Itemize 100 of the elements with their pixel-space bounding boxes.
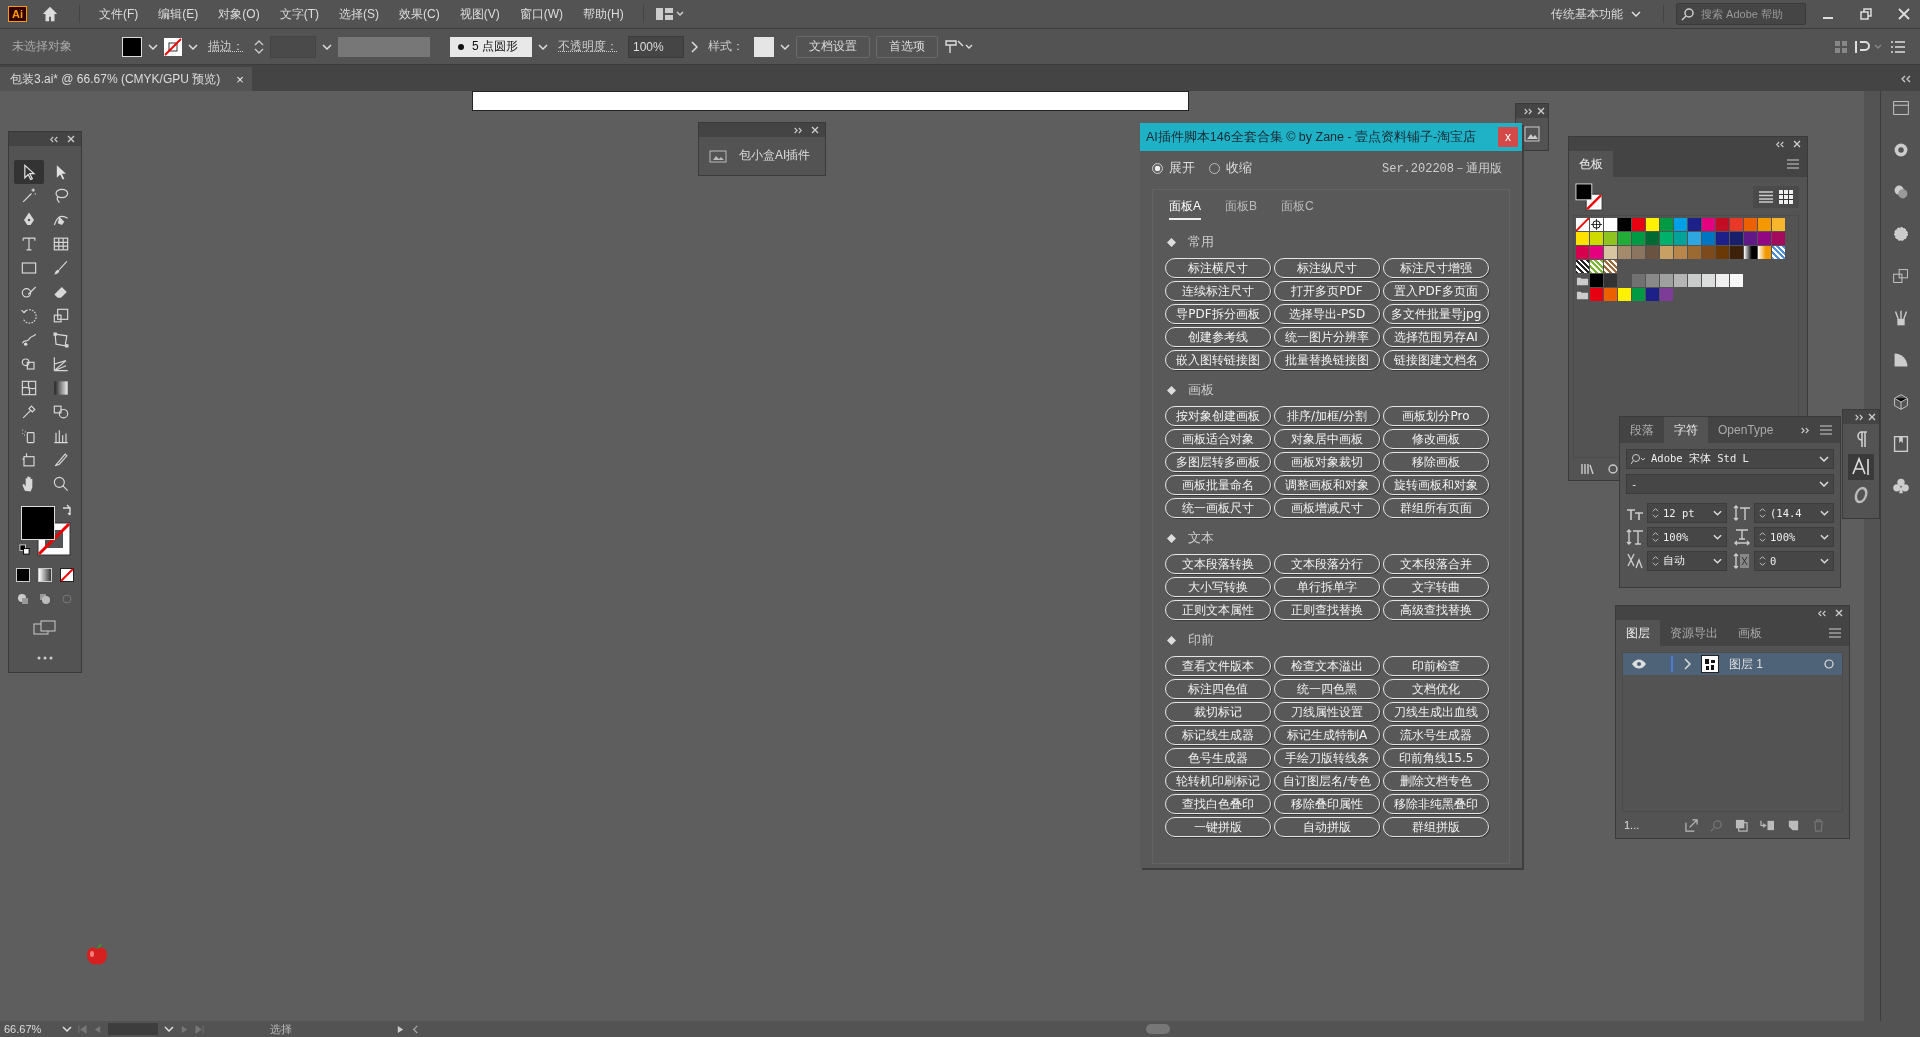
action-button[interactable]: 选择范围另存AI xyxy=(1383,327,1489,347)
action-button[interactable]: 画板增减尺寸 xyxy=(1274,498,1380,518)
action-button[interactable]: 导PDF拆分画板 xyxy=(1165,304,1271,324)
search-field[interactable]: 搜索 Adobe 帮助 xyxy=(1676,3,1806,25)
menu-item[interactable]: 编辑(E) xyxy=(151,5,206,23)
brush-dropdown[interactable]: 5 点圆形 xyxy=(450,36,532,57)
panel-tab[interactable]: 字符 xyxy=(1664,417,1708,443)
font-family-field[interactable]: Adobe 宋体 Std L xyxy=(1626,449,1834,469)
action-button[interactable]: 文本段落转换 xyxy=(1165,554,1271,574)
number-field[interactable]: 自动 xyxy=(1647,551,1727,571)
plugin-name[interactable]: 包小盒AI插件 xyxy=(739,147,811,164)
action-button[interactable]: 统一画板尺寸 xyxy=(1165,498,1271,518)
action-button[interactable]: 标注横尺寸 xyxy=(1165,258,1271,278)
panel-tab[interactable]: 资源导出 xyxy=(1660,620,1728,646)
action-button[interactable]: 修改画板 xyxy=(1383,429,1489,449)
action-button[interactable]: 一键拼版 xyxy=(1165,817,1271,837)
action-button[interactable]: 选择导出-PSD xyxy=(1274,304,1380,324)
action-button[interactable]: 大小写转换 xyxy=(1165,577,1271,597)
radio-option[interactable]: 收缩 xyxy=(1209,159,1252,177)
action-button[interactable]: 文本段落分行 xyxy=(1274,554,1380,574)
action-button[interactable]: 画板批量命名 xyxy=(1165,475,1271,495)
action-button[interactable]: 连续标注尺寸 xyxy=(1165,281,1271,301)
action-button[interactable]: 印前检查 xyxy=(1383,656,1489,676)
number-field[interactable]: 0 xyxy=(1754,551,1834,571)
menu-item[interactable]: 选择(S) xyxy=(332,5,386,23)
number-field[interactable]: 100% xyxy=(1647,527,1727,547)
workspace-switcher[interactable]: 传统基本功能 xyxy=(1551,5,1651,23)
action-button[interactable]: 正则文本属性 xyxy=(1165,600,1271,620)
menu-item[interactable]: 窗口(W) xyxy=(512,5,570,23)
action-button[interactable]: 标记生成特制A xyxy=(1274,725,1380,745)
action-button[interactable]: 自动拼版 xyxy=(1274,817,1380,837)
action-button[interactable]: 手绘刀版转线条 xyxy=(1274,748,1380,768)
action-button[interactable]: 色号生成器 xyxy=(1165,748,1271,768)
action-button[interactable]: 查找白色叠印 xyxy=(1165,794,1271,814)
action-button[interactable]: 印前角线15.5 xyxy=(1383,748,1489,768)
panel-tab[interactable]: 图层 xyxy=(1616,620,1660,646)
number-field[interactable]: 12 pt xyxy=(1647,503,1727,523)
action-button[interactable]: 画板划分Pro xyxy=(1383,406,1489,426)
action-button[interactable]: 文本段落合并 xyxy=(1383,554,1489,574)
action-button[interactable]: 打开多页PDF xyxy=(1274,281,1380,301)
menu-item[interactable]: 文字(T) xyxy=(272,5,326,23)
action-button[interactable]: 高级查找替换 xyxy=(1383,600,1489,620)
action-button[interactable]: 创建参考线 xyxy=(1165,327,1271,347)
action-button[interactable]: 群组所有页面 xyxy=(1383,498,1489,518)
panel-tab[interactable]: OpenType xyxy=(1708,417,1784,443)
menu-item[interactable]: 效果(C) xyxy=(392,5,447,23)
action-button[interactable]: 对象居中画板 xyxy=(1274,429,1380,449)
zoom-field[interactable]: 66.67% xyxy=(4,1023,56,1035)
number-field[interactable]: 100% xyxy=(1754,527,1834,547)
action-button[interactable]: 流水号生成器 xyxy=(1383,725,1489,745)
action-button[interactable]: 统一四色黑 xyxy=(1274,679,1380,699)
stroke-label[interactable]: 描边： xyxy=(208,38,244,55)
panel-tab[interactable]: 段落 xyxy=(1620,417,1664,443)
action-button[interactable]: 群组拼版 xyxy=(1383,817,1489,837)
action-button[interactable]: 统一图片分辨率 xyxy=(1274,327,1380,347)
action-button[interactable]: 移除叠印属性 xyxy=(1274,794,1380,814)
close-tab-button[interactable]: × xyxy=(236,71,244,87)
close-button[interactable]: x xyxy=(1498,127,1518,147)
panel-tab[interactable]: 色板 xyxy=(1569,151,1613,177)
action-button[interactable]: 标注四色值 xyxy=(1165,679,1271,699)
action-button[interactable]: 旋转画板和对象 xyxy=(1383,475,1489,495)
action-button[interactable]: 画板对象裁切 xyxy=(1274,452,1380,472)
app-logo[interactable]: Ai xyxy=(8,6,27,22)
action-button[interactable]: 排序/加框/分割 xyxy=(1274,406,1380,426)
action-button[interactable]: 查看文件版本 xyxy=(1165,656,1271,676)
action-button[interactable]: 嵌入图转链接图 xyxy=(1165,350,1271,370)
action-button[interactable]: 移除画板 xyxy=(1383,452,1489,472)
action-button[interactable]: 删除文档专色 xyxy=(1383,771,1489,791)
action-button[interactable]: 按对象创建画板 xyxy=(1165,406,1271,426)
opacity-field[interactable]: 100% xyxy=(628,35,684,58)
menu-item[interactable]: 文件(F) xyxy=(92,5,146,23)
action-button[interactable]: 多图层转多画板 xyxy=(1165,452,1271,472)
action-button[interactable]: 轮转机印刷标记 xyxy=(1165,771,1271,791)
action-button[interactable]: 标注纵尺寸 xyxy=(1274,258,1380,278)
radio-option[interactable]: 展开 xyxy=(1152,159,1195,177)
opacity-label[interactable]: 不透明度： xyxy=(558,38,618,55)
action-button[interactable]: 单行拆单字 xyxy=(1274,577,1380,597)
panel-tab[interactable]: 面板A xyxy=(1169,196,1201,220)
panel-tab[interactable]: 画板 xyxy=(1728,620,1772,646)
document-tab[interactable]: 包装3.ai* @ 66.67% (CMYK/GPU 预览) × xyxy=(0,67,252,91)
action-button[interactable]: 裁切标记 xyxy=(1165,702,1271,722)
panel-tab[interactable]: 面板B xyxy=(1225,196,1258,220)
action-button[interactable]: 正则查找替换 xyxy=(1274,600,1380,620)
toolbar-button[interactable]: 首选项 xyxy=(876,35,938,58)
action-button[interactable]: 刀线生成出血线 xyxy=(1383,702,1489,722)
action-button[interactable]: 刀线属性设置 xyxy=(1274,702,1380,722)
action-button[interactable]: 多文件批量导jpg xyxy=(1383,304,1489,324)
action-button[interactable]: 标注尺寸增强 xyxy=(1383,258,1489,278)
panel-tab[interactable]: 面板C xyxy=(1281,196,1314,220)
toolbar-button[interactable]: 文档设置 xyxy=(796,35,870,58)
action-button[interactable]: 链接图建文档名 xyxy=(1383,350,1489,370)
action-button[interactable]: 文字转曲 xyxy=(1383,577,1489,597)
font-style-field[interactable]: - xyxy=(1626,474,1834,494)
layer-row[interactable]: 图层 1 xyxy=(1623,653,1842,675)
action-button[interactable]: 画板适合对象 xyxy=(1165,429,1271,449)
action-button[interactable]: 批量替换链接图 xyxy=(1274,350,1380,370)
action-button[interactable]: 文档优化 xyxy=(1383,679,1489,699)
number-field[interactable]: (14.4 xyxy=(1754,503,1834,523)
action-button[interactable]: 标记线生成器 xyxy=(1165,725,1271,745)
action-button[interactable]: 调整画板和对象 xyxy=(1274,475,1380,495)
